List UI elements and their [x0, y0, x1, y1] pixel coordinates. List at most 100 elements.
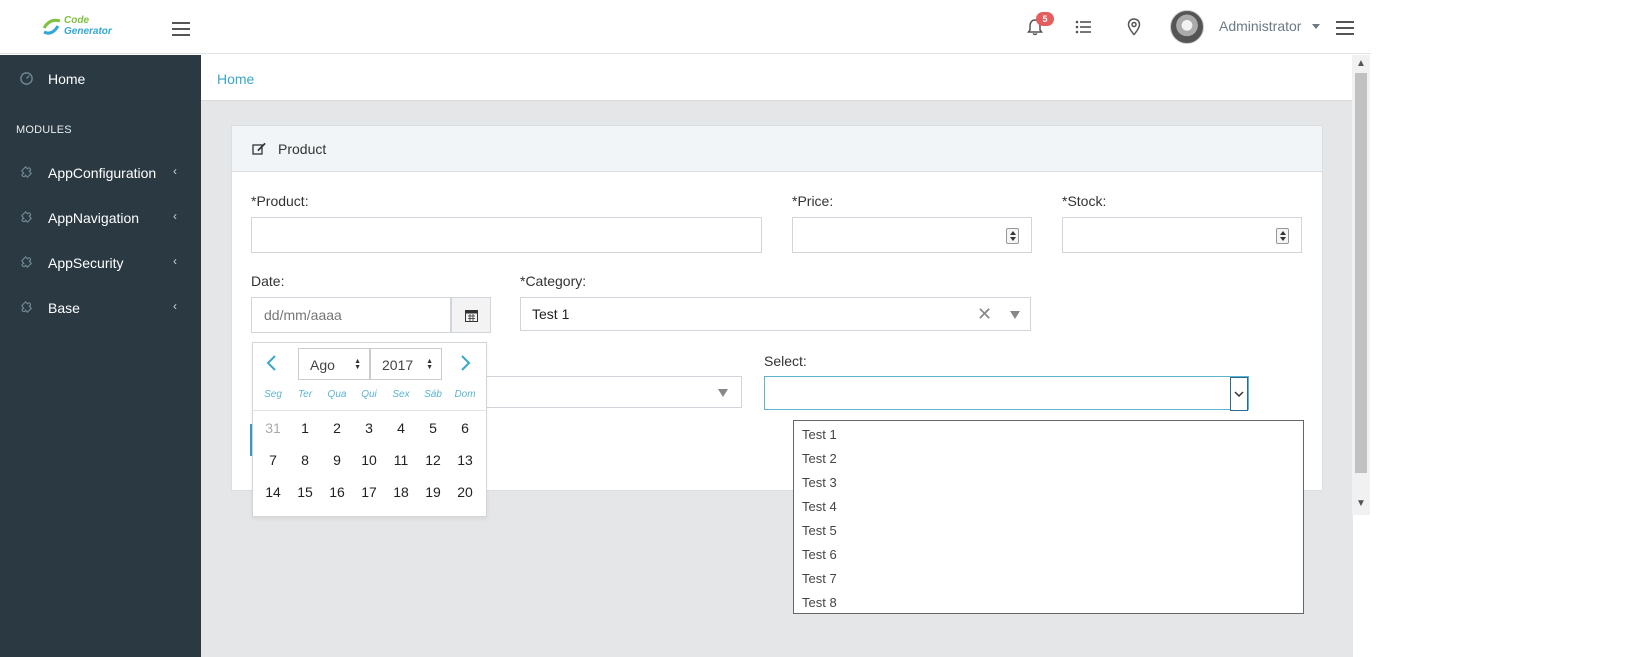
- calendar-day[interactable]: 13: [449, 452, 481, 468]
- user-name[interactable]: Administrator: [1219, 18, 1301, 34]
- weekday-label: Seg: [264, 389, 282, 400]
- datepicker-popup: Ago ▲ ▼ 2017 ▲ ▼ Seg Ter Qua Qui Sex Sáb D…: [252, 342, 487, 517]
- logo-text: Code Generator: [64, 16, 112, 37]
- calendar-day[interactable]: 4: [385, 420, 417, 436]
- calendar-day[interactable]: 9: [321, 452, 353, 468]
- scroll-up-icon[interactable]: ▲: [1356, 58, 1366, 69]
- dropdown-arrow-icon[interactable]: [718, 389, 728, 397]
- stock-stepper[interactable]: [1276, 228, 1289, 244]
- month-value: Ago: [310, 357, 335, 373]
- calendar-day[interactable]: 15: [289, 484, 321, 500]
- calendar-day[interactable]: 17: [353, 484, 385, 500]
- sort-arrows-icon: ▲ ▼: [426, 358, 433, 371]
- chevron-left-icon: ‹: [173, 299, 177, 313]
- calendar-day[interactable]: 19: [417, 484, 449, 500]
- year-select[interactable]: 2017 ▲ ▼: [370, 348, 442, 380]
- partially-hidden-select[interactable]: [451, 376, 742, 408]
- weekday-label: Qui: [361, 389, 377, 400]
- price-stepper[interactable]: [1006, 228, 1019, 244]
- calendar-icon: [465, 310, 478, 322]
- menu-icon[interactable]: [1336, 21, 1354, 35]
- chevron-down-icon: [1234, 391, 1244, 398]
- panel-title: Product: [278, 141, 327, 157]
- calendar-day[interactable]: 12: [417, 452, 449, 468]
- chevron-left-icon: ‹: [173, 209, 177, 223]
- notification-badge: 5: [1036, 12, 1054, 26]
- map-pin-icon[interactable]: [1124, 17, 1144, 37]
- avatar[interactable]: [1170, 10, 1204, 44]
- sidebar-item-appsecurity[interactable]: AppSecurity ‹: [0, 243, 201, 283]
- weekday-label: Qua: [327, 389, 347, 400]
- calendar-day[interactable]: 6: [449, 420, 481, 436]
- calendar-day[interactable]: 5: [417, 420, 449, 436]
- clear-icon[interactable]: ✕: [977, 304, 992, 325]
- category-selected-value: Test 1: [532, 306, 570, 322]
- select-option[interactable]: Test 4: [802, 499, 837, 514]
- weekday-label: Ter: [297, 389, 313, 400]
- calendar-day[interactable]: 8: [289, 452, 321, 468]
- breadcrumb-home-link[interactable]: Home: [217, 71, 254, 87]
- calendar-day[interactable]: 3: [353, 420, 385, 436]
- product-label: *Product:: [251, 193, 309, 209]
- select-toggle-button[interactable]: [1230, 377, 1248, 411]
- weekday-label: Dom: [454, 389, 476, 400]
- content-scrollbar[interactable]: ▲ ▼: [1352, 55, 1370, 515]
- sort-arrows-icon: ▲ ▼: [354, 358, 361, 371]
- chevron-right-icon[interactable]: [458, 355, 472, 371]
- sidebar-item-appnavigation[interactable]: AppNavigation ‹: [0, 198, 201, 238]
- scroll-thumb[interactable]: [1355, 73, 1367, 473]
- sidebar-item-base[interactable]: Base ‹: [0, 288, 201, 328]
- calendar-day[interactable]: 11: [385, 452, 417, 468]
- category-select[interactable]: Test 1 ✕: [520, 297, 1031, 331]
- select-option[interactable]: Test 8: [802, 595, 837, 610]
- calendar-day[interactable]: 7: [257, 452, 289, 468]
- price-input[interactable]: [792, 217, 1032, 253]
- select-option[interactable]: Test 2: [802, 451, 837, 466]
- chevron-left-icon[interactable]: [265, 355, 279, 371]
- select-options-list: Test 1 Test 2 Test 3 Test 4 Test 5 Test …: [793, 420, 1304, 614]
- price-label: *Price:: [792, 193, 834, 209]
- date-picker-button[interactable]: [451, 297, 491, 333]
- stock-input[interactable]: [1062, 217, 1302, 253]
- select-option[interactable]: Test 1: [802, 427, 837, 442]
- sidebar: Home MODULES AppConfiguration ‹ AppNavig…: [0, 55, 201, 657]
- puzzle-icon: [21, 211, 33, 224]
- calendar-day[interactable]: 16: [321, 484, 353, 500]
- calendar-day[interactable]: 18: [385, 484, 417, 500]
- scroll-down-icon[interactable]: ▼: [1356, 498, 1366, 509]
- calendar-day[interactable]: 14: [257, 484, 289, 500]
- sidebar-item-label: AppNavigation: [48, 210, 140, 226]
- logo-mark-icon: [42, 18, 61, 35]
- dropdown-arrow-icon[interactable]: [1010, 311, 1020, 319]
- calendar-day[interactable]: 1: [289, 420, 321, 436]
- panel-header: Product: [232, 126, 1322, 172]
- category-label: *Category:: [520, 273, 587, 289]
- select-option[interactable]: Test 7: [802, 571, 837, 586]
- sidebar-item-home[interactable]: Home: [0, 59, 201, 99]
- select-input[interactable]: [764, 376, 1249, 411]
- breadcrumb: Home: [201, 55, 1353, 101]
- dashboard-icon: [20, 72, 33, 85]
- calendar-day[interactable]: 31: [257, 420, 289, 436]
- logo-text-line2: Generator: [64, 26, 112, 37]
- calendar-day[interactable]: 20: [449, 484, 481, 500]
- date-input[interactable]: dd/mm/aaaa: [251, 297, 451, 333]
- user-menu-caret-icon[interactable]: [1312, 24, 1320, 29]
- select-option[interactable]: Test 5: [802, 523, 837, 538]
- weekday-label: Sáb: [424, 389, 442, 400]
- select-option[interactable]: Test 6: [802, 547, 837, 562]
- calendar-day[interactable]: 10: [353, 452, 385, 468]
- chevron-left-icon: ‹: [173, 254, 177, 268]
- sidebar-toggle-icon[interactable]: [172, 22, 190, 36]
- month-select[interactable]: Ago ▲ ▼: [298, 348, 370, 380]
- datepicker-divider: [253, 410, 486, 411]
- calendar-day[interactable]: 2: [321, 420, 353, 436]
- sidebar-item-appconfiguration[interactable]: AppConfiguration ‹: [0, 153, 201, 193]
- list-icon[interactable]: [1074, 17, 1094, 37]
- select-option[interactable]: Test 3: [802, 475, 837, 490]
- logo[interactable]: Code Generator: [42, 14, 122, 40]
- sidebar-item-label: Base: [48, 300, 80, 316]
- puzzle-icon: [21, 166, 33, 179]
- date-label: Date:: [251, 273, 285, 289]
- product-input[interactable]: [251, 217, 762, 253]
